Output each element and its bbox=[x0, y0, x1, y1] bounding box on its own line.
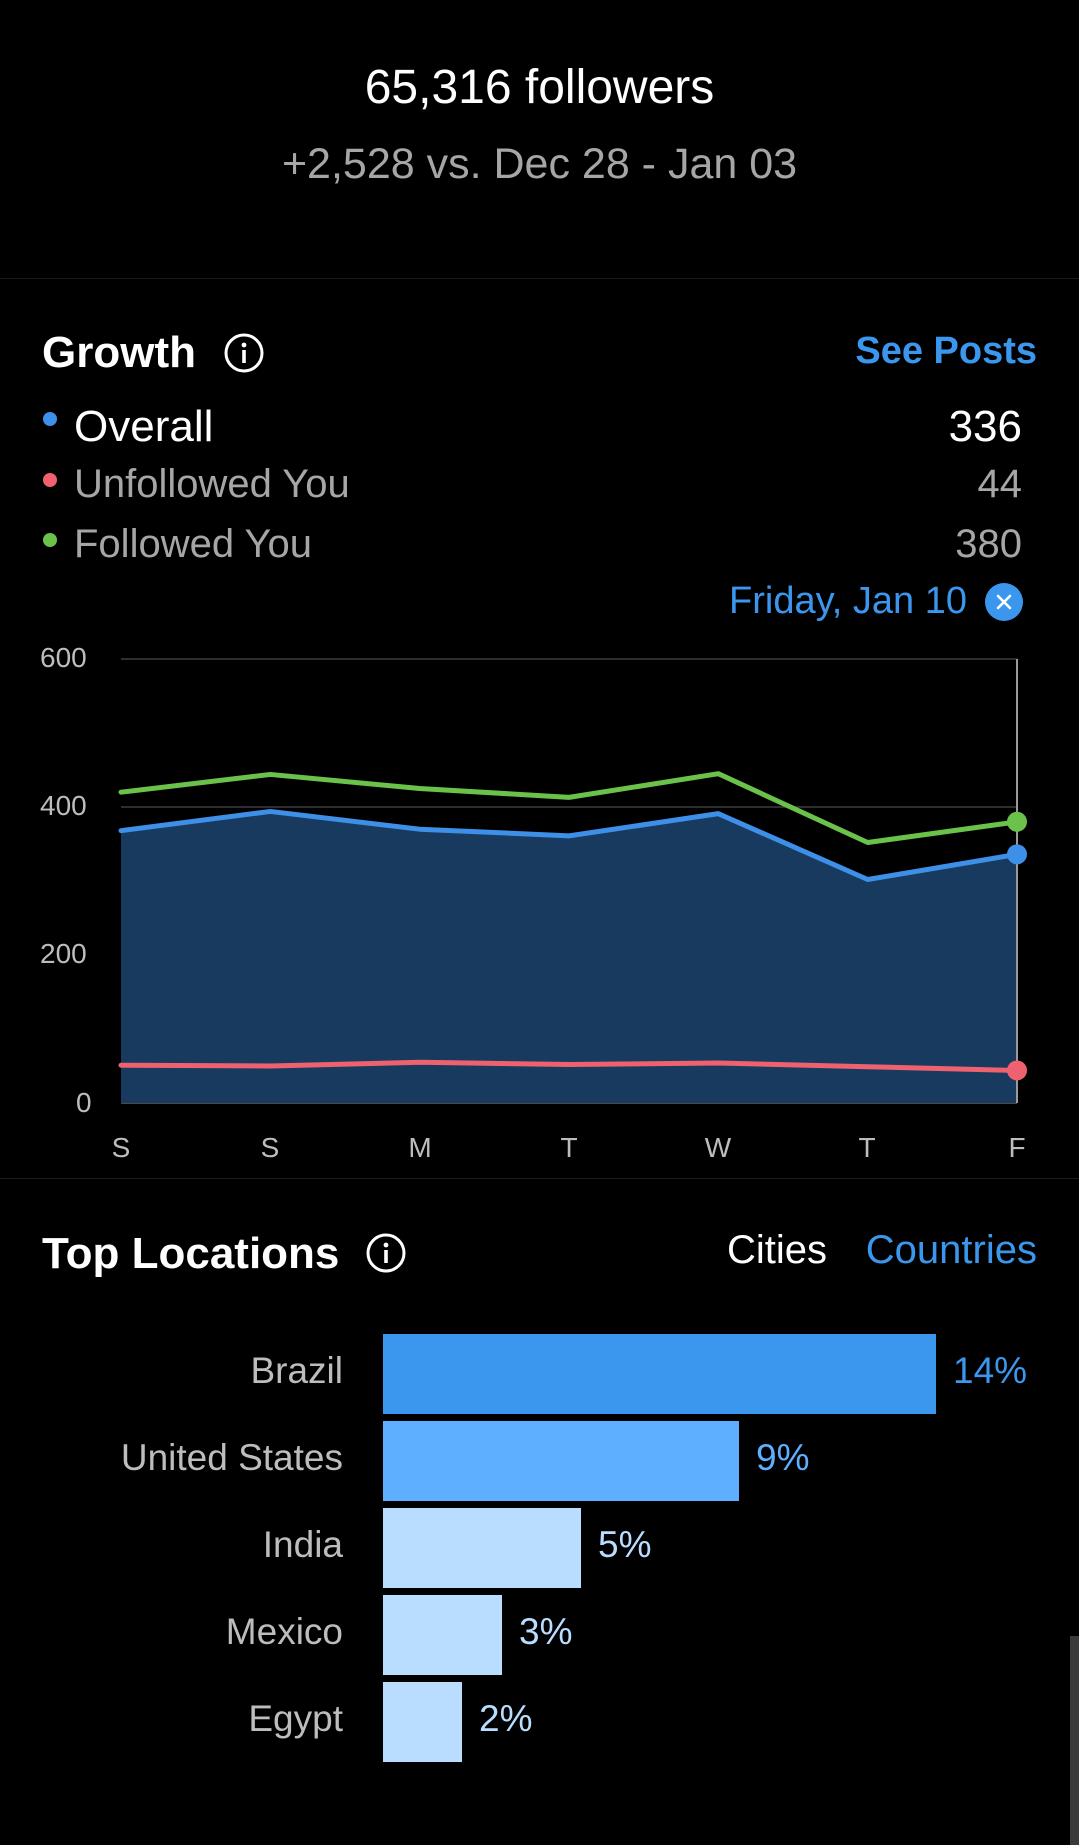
info-icon[interactable] bbox=[366, 1233, 406, 1273]
point-unfollowed-you bbox=[1007, 1060, 1027, 1081]
growth-chart-svg[interactable] bbox=[0, 0, 1079, 1178]
location-value: 2% bbox=[479, 1698, 533, 1739]
location-row: United States 9% bbox=[0, 1421, 1079, 1501]
x-tick-fri: F bbox=[1008, 1132, 1026, 1163]
location-label: India bbox=[262, 1524, 343, 1565]
section-divider bbox=[0, 1178, 1079, 1179]
location-label: United States bbox=[120, 1437, 343, 1478]
tab-countries[interactable]: Countries bbox=[866, 1228, 1037, 1273]
location-row: Egypt 2% bbox=[0, 1682, 1079, 1762]
point-followed-you bbox=[1007, 811, 1027, 832]
top-locations-title: Top Locations bbox=[42, 1229, 340, 1278]
x-tick-sat: S bbox=[111, 1132, 131, 1163]
location-label: Mexico bbox=[225, 1611, 343, 1652]
location-bar bbox=[383, 1682, 462, 1762]
location-label: Egypt bbox=[248, 1698, 343, 1739]
location-bar bbox=[383, 1508, 581, 1588]
point-overall bbox=[1007, 844, 1027, 865]
x-tick-thu: T bbox=[858, 1132, 876, 1163]
x-tick-mon: M bbox=[408, 1132, 432, 1163]
x-tick-sun: S bbox=[260, 1132, 280, 1163]
x-tick-wed: W bbox=[704, 1132, 732, 1163]
scrollbar[interactable] bbox=[1070, 1636, 1079, 1845]
location-row: Brazil 14% bbox=[0, 1334, 1079, 1414]
location-value: 14% bbox=[953, 1350, 1028, 1391]
tab-cities[interactable]: Cities bbox=[727, 1228, 827, 1273]
location-value: 3% bbox=[519, 1611, 573, 1652]
location-bar bbox=[383, 1595, 502, 1675]
location-bar bbox=[383, 1334, 936, 1414]
x-tick-tue: T bbox=[560, 1132, 578, 1163]
location-row: Mexico 3% bbox=[0, 1595, 1079, 1675]
location-row: India 5% bbox=[0, 1508, 1079, 1588]
location-label: Brazil bbox=[250, 1350, 343, 1391]
location-value: 9% bbox=[756, 1437, 810, 1478]
location-value: 5% bbox=[598, 1524, 652, 1565]
location-bar bbox=[383, 1421, 739, 1501]
overall-area bbox=[121, 811, 1017, 1103]
